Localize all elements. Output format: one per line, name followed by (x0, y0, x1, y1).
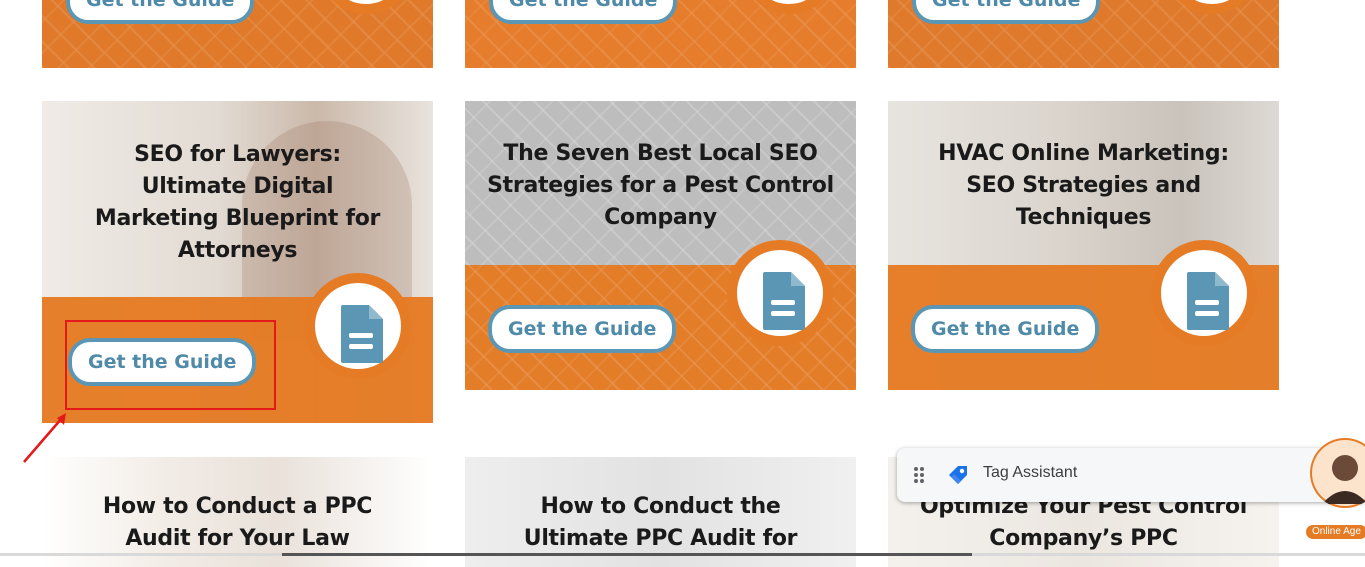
get-guide-button[interactable]: Get the Guide (488, 305, 677, 353)
card-title: SEO for Lawyers: Ultimate Digital Market… (94, 142, 381, 263)
guide-card-top-2: Get the Guide (465, 0, 856, 68)
tag-assistant-icon (949, 466, 967, 484)
guide-card-ppc-audit-law[interactable]: How to Conduct a PPC Audit for Your Law (42, 457, 433, 567)
document-icon (1151, 240, 1257, 346)
get-guide-button[interactable]: Get the Guide (66, 0, 255, 24)
highlight-box (65, 320, 276, 410)
card-title: HVAC Online Marketing: SEO Strategies an… (938, 141, 1229, 230)
get-guide-button[interactable]: Get the Guide (912, 0, 1101, 24)
document-icon (305, 273, 411, 379)
guide-card-hvac-marketing[interactable]: HVAC Online Marketing: SEO Strategies an… (888, 101, 1279, 390)
get-guide-button[interactable]: Get the Guide (911, 305, 1100, 353)
tag-assistant-panel[interactable]: Tag Assistant × (897, 448, 1365, 502)
card-title: How to Conduct the Ultimate PPC Audit fo… (523, 494, 798, 551)
guide-card-top-3: Get the Guide (888, 0, 1279, 68)
card-title: The Seven Best Local SEO Strategies for … (487, 141, 834, 230)
online-agent-badge[interactable]: Online Age (1306, 525, 1365, 539)
arrow-annotation-icon (23, 413, 66, 463)
guide-card-ppc-audit-ultimate[interactable]: How to Conduct the Ultimate PPC Audit fo… (465, 457, 856, 567)
document-icon (727, 240, 833, 346)
drag-handle-icon[interactable] (913, 466, 925, 484)
get-guide-button[interactable]: Get the Guide (489, 0, 678, 24)
guide-card-top-1: Get the Guide (42, 0, 433, 68)
guide-card-pest-control-seo[interactable]: The Seven Best Local SEO Strategies for … (465, 101, 856, 390)
card-title: How to Conduct a PPC Audit for Your Law (102, 494, 373, 551)
tag-assistant-label: Tag Assistant (983, 464, 1078, 481)
